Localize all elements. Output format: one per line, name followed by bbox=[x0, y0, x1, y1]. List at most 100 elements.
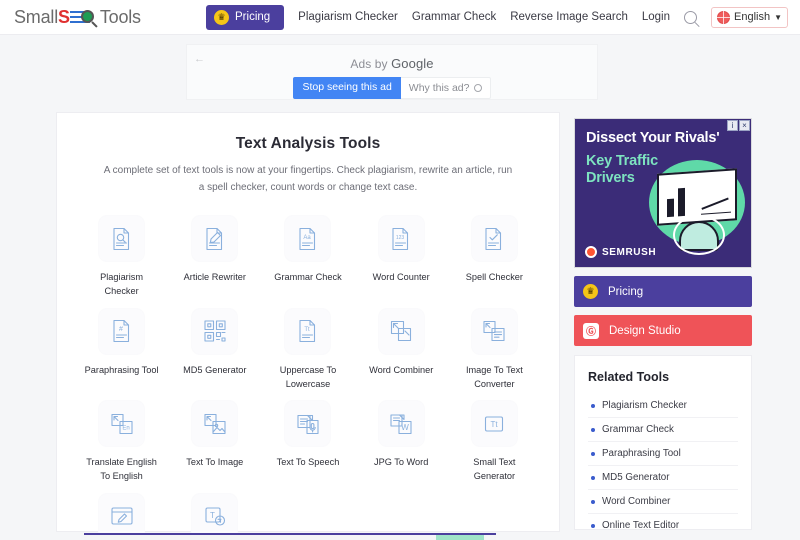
tool-label: Paraphrasing Tool bbox=[84, 364, 159, 375]
ad-info-icon[interactable]: i bbox=[727, 120, 738, 131]
tool-card[interactable]: Plagiarism Checker bbox=[75, 212, 168, 299]
document-check-icon bbox=[471, 216, 517, 261]
search-icon[interactable] bbox=[684, 10, 697, 24]
ads-by-google-label: Ads by Google bbox=[187, 45, 597, 71]
tools-grid: Plagiarism Checker Article Rewriter Aa Gram… bbox=[75, 212, 541, 540]
tool-card[interactable]: 123 Word Counter bbox=[355, 212, 448, 299]
related-tool-label: MD5 Generator bbox=[602, 472, 670, 483]
tool-card[interactable]: MD5 Generator bbox=[168, 305, 261, 392]
tool-card[interactable]: Article Rewriter bbox=[168, 212, 261, 299]
related-tool-item[interactable]: Paraphrasing Tool bbox=[588, 442, 738, 466]
bullet-icon bbox=[591, 403, 595, 408]
tool-card[interactable]: Image To Text Converter bbox=[448, 305, 541, 392]
related-tool-label: Online Text Editor bbox=[602, 520, 680, 530]
document-123-icon: 123 bbox=[378, 216, 424, 261]
page-title: Text Analysis Tools bbox=[235, 135, 381, 152]
language-selector[interactable]: English ▼ bbox=[711, 6, 788, 28]
next-ad-peek-strip bbox=[84, 533, 496, 540]
ad-corner-controls[interactable]: i × bbox=[727, 120, 750, 131]
chevron-down-icon: ▼ bbox=[774, 12, 782, 22]
related-tools-panel: Related Tools Plagiarism Checker Grammar … bbox=[574, 355, 752, 530]
svg-text:T: T bbox=[210, 511, 215, 520]
nav-link-grammar-check[interactable]: Grammar Check bbox=[412, 11, 496, 23]
tool-card[interactable]: Spell Checker bbox=[448, 212, 541, 299]
right-sidebar: i × Dissect Your Rivals' Key Traffic Dri… bbox=[574, 118, 752, 530]
page-w-icon: W bbox=[378, 401, 424, 446]
related-tool-item[interactable]: Grammar Check bbox=[588, 418, 738, 442]
pricing-button[interactable]: ♛ Pricing bbox=[206, 4, 285, 30]
globe-icon bbox=[717, 10, 730, 24]
related-tool-item[interactable]: Online Text Editor bbox=[588, 514, 738, 530]
logo-text-tools: Tools bbox=[99, 6, 141, 27]
why-this-ad-button[interactable]: Why this ad? bbox=[400, 77, 491, 99]
back-arrow-icon[interactable]: ← bbox=[194, 53, 205, 65]
tool-label: Translate English To English bbox=[86, 457, 157, 482]
ad-close-icon[interactable]: × bbox=[739, 120, 750, 131]
ad-buttons-row: Stop seeing this ad Why this ad? bbox=[187, 77, 597, 99]
ad-headline-line3: Drivers bbox=[586, 170, 635, 187]
info-icon bbox=[473, 84, 482, 92]
related-tool-item[interactable]: Plagiarism Checker bbox=[588, 394, 738, 418]
site-logo[interactable]: Small S Tools bbox=[14, 7, 141, 28]
page-mic-icon bbox=[285, 401, 331, 446]
tool-card[interactable]: W JPG To Word bbox=[355, 397, 448, 484]
ad-controls-strip: ← Ads by Google Stop seeing this ad Why … bbox=[186, 44, 598, 100]
qr-code-icon bbox=[192, 308, 238, 354]
tool-label: JPG To Word bbox=[374, 457, 429, 467]
tool-card[interactable]: Tt Uppercase To Lowercase bbox=[261, 305, 354, 392]
tool-card[interactable]: # Paraphrasing Tool bbox=[75, 305, 168, 392]
document-aa-icon: Aa bbox=[285, 216, 331, 261]
sidebar-design-studio-button[interactable]: Ⓖ Design Studio bbox=[574, 315, 752, 346]
related-tool-item[interactable]: Word Combiner bbox=[588, 490, 738, 514]
bullet-icon bbox=[591, 499, 595, 504]
tool-label: MD5 Generator bbox=[183, 364, 247, 375]
tool-card[interactable]: Text To Speech bbox=[261, 397, 354, 484]
sidebar-design-studio-label: Design Studio bbox=[609, 324, 681, 337]
tt-box-icon: Tt bbox=[471, 401, 517, 446]
semrush-dot-icon bbox=[585, 246, 597, 258]
tool-label: Article Rewriter bbox=[183, 272, 246, 282]
tool-card[interactable]: En Translate English To English bbox=[75, 397, 168, 484]
tool-card[interactable]: Tt Small Text Generator bbox=[448, 397, 541, 484]
tool-label: Grammar Check bbox=[274, 272, 342, 282]
bullet-icon bbox=[591, 427, 595, 432]
tool-label: Spell Checker bbox=[465, 272, 523, 282]
ad-headline-lines: Key Traffic Drivers bbox=[586, 153, 658, 188]
tool-card[interactable]: Text To Image bbox=[168, 397, 261, 484]
ads-by-prefix: Ads by bbox=[350, 57, 388, 71]
main-nav: ♛ Pricing Plagiarism Checker Grammar Che… bbox=[206, 4, 788, 30]
svg-text:123: 123 bbox=[396, 235, 405, 241]
logo-text-s: S bbox=[58, 6, 70, 27]
ad-white-ring bbox=[673, 215, 725, 255]
nav-link-login[interactable]: Login bbox=[642, 11, 670, 23]
bullet-icon bbox=[591, 523, 595, 528]
two-pages-cursor-icon bbox=[378, 308, 424, 354]
ad-headline-line1: Dissect Your Rivals' bbox=[586, 130, 720, 146]
tool-label: Image To Text Converter bbox=[465, 364, 523, 389]
nav-link-plagiarism-checker[interactable]: Plagiarism Checker bbox=[298, 11, 398, 23]
page-subtitle: A complete set of text tools is now at y… bbox=[103, 165, 513, 193]
tool-label: Word Combiner bbox=[369, 364, 434, 375]
document-tt-icon: Tt bbox=[285, 308, 331, 354]
tool-label: Text To Image bbox=[186, 457, 244, 467]
tool-card[interactable]: Aa Grammar Check bbox=[261, 212, 354, 299]
tool-label: Text To Speech bbox=[276, 457, 340, 467]
sidebar-pricing-label: Pricing bbox=[608, 285, 644, 298]
ads-by-brand: Google bbox=[391, 56, 434, 71]
tool-label: Uppercase To Lowercase bbox=[279, 364, 337, 389]
related-tools-title: Related Tools bbox=[588, 370, 670, 384]
semrush-ad-banner[interactable]: i × Dissect Your Rivals' Key Traffic Dri… bbox=[574, 118, 752, 268]
svg-text:W: W bbox=[401, 423, 409, 432]
ad-headline-line2: Key Traffic bbox=[586, 153, 658, 169]
stop-seeing-this-ad-button[interactable]: Stop seeing this ad bbox=[293, 77, 401, 99]
sidebar-pricing-button[interactable]: ♛ Pricing bbox=[574, 276, 752, 307]
related-tool-item[interactable]: MD5 Generator bbox=[588, 466, 738, 490]
page-en-icon: En bbox=[99, 401, 145, 446]
pricing-button-label: Pricing bbox=[235, 11, 271, 23]
nav-link-reverse-image-search[interactable]: Reverse Image Search bbox=[510, 11, 628, 23]
logo-text-small: Small bbox=[14, 6, 59, 27]
language-label: English bbox=[734, 11, 771, 23]
related-tool-label: Grammar Check bbox=[602, 424, 674, 435]
svg-text:Tt: Tt bbox=[304, 327, 310, 333]
tool-card[interactable]: Word Combiner bbox=[355, 305, 448, 392]
